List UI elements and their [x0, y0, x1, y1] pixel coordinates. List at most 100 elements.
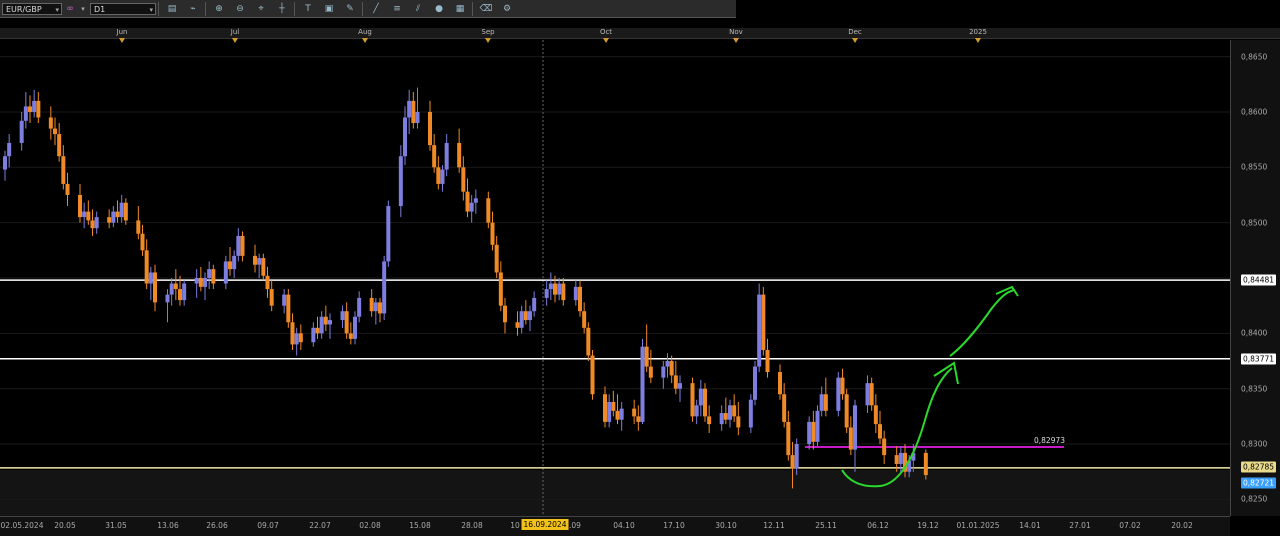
zoom-out-icon[interactable]: ⊖ — [230, 2, 250, 16]
candle-body — [257, 258, 262, 265]
candle-body — [36, 100, 41, 118]
candle-body — [736, 416, 741, 428]
candle-body — [723, 413, 728, 420]
price-tick-label: 0,8600 — [1241, 107, 1268, 117]
candle-body — [790, 455, 795, 469]
candle-body — [632, 408, 637, 417]
date-tick-label: .09 — [569, 521, 581, 530]
candle-body — [519, 311, 524, 328]
candle-body — [619, 408, 624, 420]
candle-body — [182, 283, 187, 301]
price-chart[interactable] — [0, 0, 1280, 535]
link-icon[interactable]: ∞ — [63, 2, 77, 16]
zoom-in-icon[interactable]: ⊕ — [209, 2, 229, 16]
candle-body — [665, 361, 670, 367]
candle — [703, 383, 707, 422]
candle — [640, 338, 645, 425]
save-icon[interactable]: ▣ — [319, 2, 339, 16]
date-tick-label: 13.06 — [157, 521, 179, 530]
candle — [753, 361, 757, 406]
date-tick-label: 07.02 — [1119, 521, 1141, 530]
candle-body — [528, 311, 532, 321]
candle-body — [498, 272, 503, 306]
candle-body — [78, 194, 82, 218]
price-tick-label: 0,8550 — [1241, 162, 1268, 172]
draw-icon[interactable]: ✎ — [340, 2, 360, 16]
chevron-down-icon[interactable]: ▾ — [78, 2, 88, 16]
date-tick-label: 04.10 — [613, 521, 635, 530]
candle-body — [761, 294, 766, 350]
line-icon[interactable]: ╱ — [366, 2, 386, 16]
candle-body — [253, 255, 257, 265]
candle-body — [432, 145, 437, 168]
candle-body — [386, 206, 391, 262]
candle-body — [465, 191, 470, 212]
timeframe-select[interactable]: D1 ▾ — [90, 2, 156, 15]
candle — [761, 286, 766, 356]
month-marker-icon — [362, 38, 368, 43]
candle-body — [436, 167, 441, 184]
candle-body — [648, 366, 653, 378]
candle-body — [728, 405, 732, 420]
candle-body — [515, 322, 520, 328]
candle-body — [7, 142, 12, 157]
date-tick-label: 25.11 — [815, 521, 837, 530]
text-icon[interactable]: T — [298, 2, 318, 16]
channel-icon[interactable]: ⫽ — [408, 2, 428, 16]
candle-body — [111, 211, 116, 223]
candle-body — [119, 202, 124, 218]
date-tick-label: 26.06 — [206, 521, 228, 530]
circle-icon[interactable]: ● — [429, 2, 449, 16]
eraser-icon[interactable]: ⌫ — [476, 2, 496, 16]
candle-body — [407, 100, 412, 118]
price-axis[interactable]: 0,86500,86000,85500,85000,84500,84000,83… — [1230, 40, 1280, 516]
candle-body — [782, 394, 787, 422]
candle-body — [807, 421, 812, 445]
candle-body — [823, 394, 828, 411]
candle-body — [757, 294, 762, 367]
candle — [382, 255, 387, 321]
candle-body — [873, 405, 878, 425]
candle-body — [382, 261, 387, 314]
fibonacci-icon[interactable]: ≡ — [387, 2, 407, 16]
candle-body — [440, 169, 445, 184]
candle-body — [403, 117, 407, 157]
candle-body — [590, 355, 595, 395]
symbol-select[interactable]: EUR/GBP ▾ — [2, 2, 62, 15]
candle-body — [840, 377, 845, 395]
candle-body — [503, 305, 507, 323]
date-tick-label: 02.05.2024 — [0, 521, 44, 530]
candle-body — [65, 183, 70, 195]
candle-body — [173, 283, 178, 290]
candle-body — [732, 405, 737, 417]
candle-body — [582, 311, 587, 328]
price-tick-label: 0,8500 — [1241, 218, 1268, 228]
chart-type-icon[interactable]: ▤ — [162, 2, 182, 16]
indicator-icon[interactable]: ⌁ — [183, 2, 203, 16]
grid-icon[interactable]: ▦ — [450, 2, 470, 16]
candle-body — [373, 302, 378, 312]
timeframe-value: D1 — [94, 4, 106, 14]
candle-body — [765, 349, 770, 373]
candle-body — [690, 383, 695, 417]
candle-body — [457, 142, 462, 168]
candle-body — [640, 346, 645, 422]
date-tick-label: 30.10 — [715, 521, 737, 530]
candle-body — [878, 424, 882, 439]
candle-body — [461, 167, 466, 192]
candle-body — [411, 100, 416, 124]
date-tick-label: 15.08 — [409, 521, 431, 530]
candle-body — [223, 261, 228, 284]
candle-body — [236, 235, 241, 256]
month-label: Oct — [599, 28, 613, 36]
candle — [386, 200, 391, 267]
candle-body — [269, 289, 274, 306]
fit-icon[interactable]: ⌖ — [251, 2, 271, 16]
candle-body — [207, 269, 212, 278]
crosshair-icon[interactable]: ┼ — [272, 2, 292, 16]
settings-icon[interactable]: ⚙ — [497, 2, 517, 16]
candle-body — [169, 283, 174, 295]
candle — [836, 372, 841, 417]
date-axis[interactable]: 02.05.2024 20.05 31.05 13.06 26.06 09.07 22.07… — [0, 516, 1230, 536]
month-label: 2025 — [969, 28, 987, 36]
